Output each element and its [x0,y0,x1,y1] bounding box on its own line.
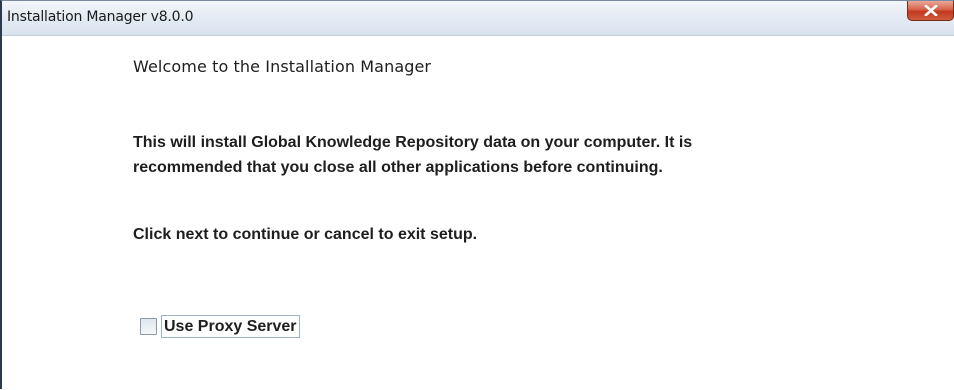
window-title: Installation Manager v8.0.0 [7,9,194,25]
install-description-line-2: recommended that you close all other app… [133,159,663,176]
use-proxy-server-option[interactable]: Use Proxy Server [140,315,300,338]
use-proxy-server-checkbox[interactable] [140,318,157,335]
welcome-heading: Welcome to the Installation Manager [133,57,432,76]
close-icon [924,5,938,16]
install-description: This will install Global Knowledge Repos… [133,130,933,180]
close-button[interactable] [907,1,954,21]
title-bar[interactable]: Installation Manager v8.0.0 [2,1,954,36]
continue-instructions: Click next to continue or cancel to exit… [133,226,478,243]
installer-window: Installation Manager v8.0.0 Welcome to t… [0,0,954,389]
use-proxy-server-label[interactable]: Use Proxy Server [161,315,300,338]
install-description-line-1: This will install Global Knowledge Repos… [133,134,693,151]
